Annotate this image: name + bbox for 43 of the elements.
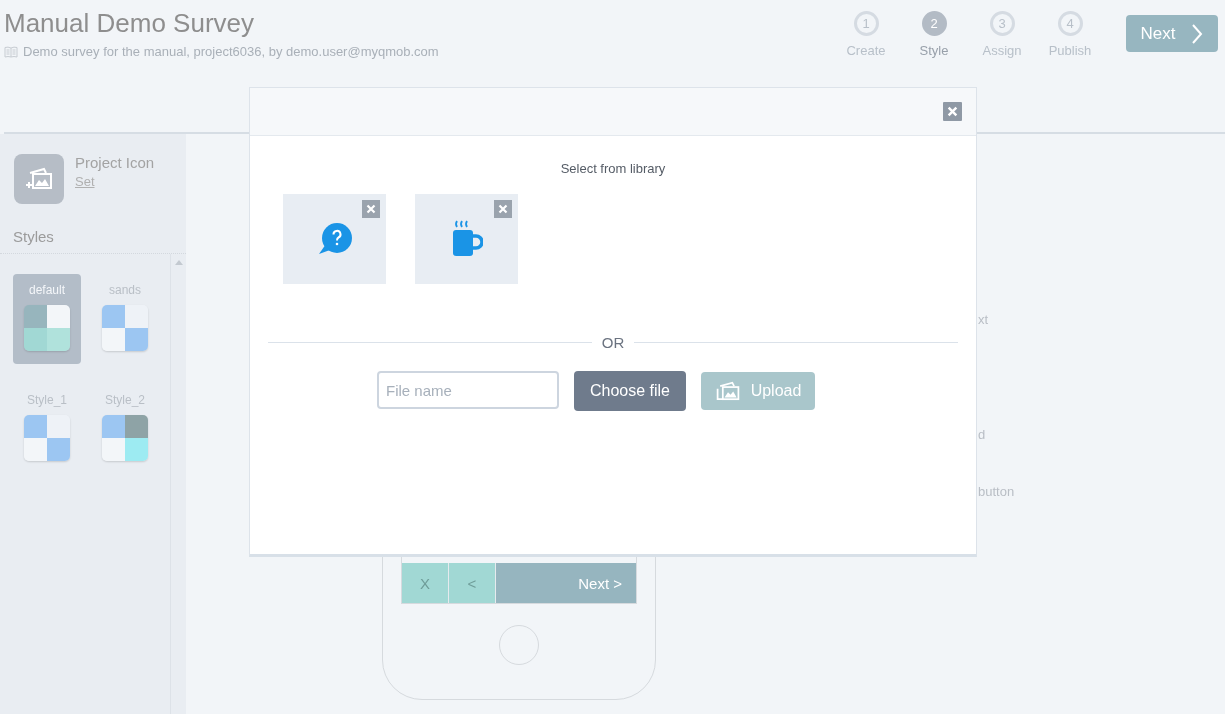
project-icon-label: Project Icon — [75, 154, 155, 171]
step-number[interactable]: 3 — [989, 11, 1015, 36]
setting-label: d — [978, 427, 987, 442]
preview-button[interactable]: Next > — [496, 563, 636, 603]
project-icon-tile[interactable] — [14, 154, 64, 204]
close-icon — [498, 204, 508, 214]
close-button[interactable] — [943, 102, 962, 121]
setting-label: xt — [978, 312, 990, 327]
close-icon — [947, 106, 958, 117]
step-number[interactable]: 2 — [921, 11, 947, 36]
or-divider-label: OR — [601, 334, 625, 351]
survey-description: Demo survey for the manual, project6036, by demo.user@myqmob.com — [23, 44, 439, 59]
step-number[interactable]: 4 — [1057, 11, 1083, 36]
scrollbar[interactable] — [170, 254, 186, 714]
upload-button[interactable]: Upload — [701, 372, 815, 410]
styles-heading: Styles — [0, 204, 186, 254]
close-icon — [366, 204, 376, 214]
preview-button[interactable]: < — [449, 563, 495, 603]
step-label[interactable]: Style — [919, 43, 949, 58]
remove-button[interactable] — [494, 200, 512, 218]
step-number[interactable]: 1 — [853, 11, 879, 36]
style-option[interactable]: default — [13, 274, 81, 364]
survey-title: Manual Demo Survey — [4, 8, 255, 38]
setting-label: button — [978, 484, 1015, 499]
style-name: default — [29, 283, 65, 297]
step-label[interactable]: Publish — [1048, 43, 1092, 58]
images-icon — [714, 380, 741, 402]
add-image-icon — [24, 167, 54, 191]
book-icon — [4, 45, 18, 58]
mug-icon — [450, 219, 483, 259]
next-button[interactable]: Next — [1126, 15, 1218, 52]
set-link[interactable]: Set — [75, 174, 95, 189]
chevron-right-icon — [1191, 22, 1204, 45]
choose-file-button[interactable]: Choose file — [574, 371, 686, 411]
remove-button[interactable] — [362, 200, 380, 218]
preview-button[interactable]: X — [402, 563, 448, 603]
library-item[interactable] — [415, 194, 518, 284]
library-item[interactable] — [283, 194, 386, 284]
step-label[interactable]: Create — [846, 43, 886, 58]
scroll-up-icon[interactable] — [174, 260, 183, 265]
step-label[interactable]: Assign — [982, 43, 1022, 58]
file-name-field[interactable]: File name — [377, 371, 559, 409]
library-heading: Select from library — [560, 161, 666, 176]
